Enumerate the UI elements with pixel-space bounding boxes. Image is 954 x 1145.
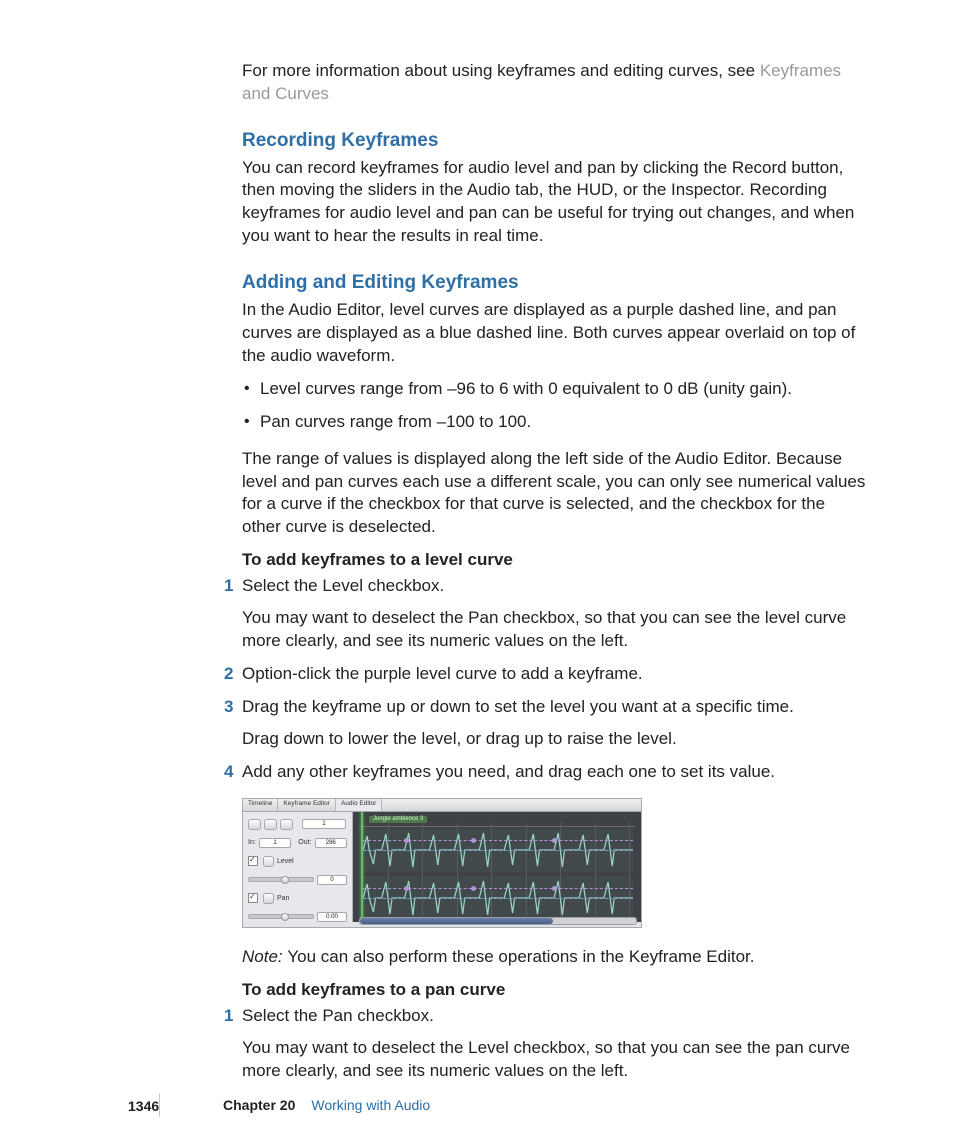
page-footer: 1346 Chapter 20 Working with Audio xyxy=(0,1093,954,1117)
heading-recording-keyframes: Recording Keyframes xyxy=(242,128,866,154)
pan-label: Pan xyxy=(277,894,289,903)
level-curve[interactable] xyxy=(363,840,633,841)
step-number: 1 xyxy=(224,1005,233,1028)
note-text: You can also perform these operations in… xyxy=(287,947,754,966)
step-1: 1 Select the Level checkbox. You may wan… xyxy=(227,575,866,653)
step-text: Drag the keyframe up or down to set the … xyxy=(227,696,866,719)
bullet-pan-range: Pan curves range from –100 to 100. xyxy=(242,411,866,434)
waveform-track-lower[interactable] xyxy=(363,876,633,920)
figure-tab-bar: Timeline Keyframe Editor Audio Editor xyxy=(243,799,641,812)
section-recording-keyframes: Recording Keyframes You can record keyfr… xyxy=(242,128,866,248)
intro-text: For more information about using keyfram… xyxy=(242,61,760,80)
step-number: 2 xyxy=(224,663,233,686)
body-adding-editing-2: The range of values is displayed along t… xyxy=(242,448,866,540)
in-field[interactable]: 1 xyxy=(259,838,291,848)
step-subtext: You may want to deselect the Level check… xyxy=(227,1037,866,1083)
page-number: 1346 xyxy=(128,1097,159,1116)
tab-timeline[interactable]: Timeline xyxy=(243,799,278,811)
pan-step-1: 1 Select the Pan checkbox. You may want … xyxy=(227,1005,866,1083)
level-label: Level xyxy=(277,857,294,866)
bullet-list: Level curves range from –96 to 6 with 0 … xyxy=(242,378,866,434)
procedure-title-level: To add keyframes to a level curve xyxy=(242,549,866,572)
heading-adding-editing-keyframes: Adding and Editing Keyframes xyxy=(242,270,866,296)
step-number: 1 xyxy=(224,575,233,598)
out-field[interactable]: 286 xyxy=(315,838,347,848)
horizontal-scrollbar[interactable] xyxy=(359,917,637,925)
playhead-field[interactable]: 1 xyxy=(302,819,346,829)
out-label: Out: xyxy=(298,838,311,847)
chapter-title: Working with Audio xyxy=(311,1096,430,1115)
tab-keyframe-editor[interactable]: Keyframe Editor xyxy=(278,799,336,811)
bullet-level-range: Level curves range from –96 to 6 with 0 … xyxy=(242,378,866,401)
level-checkbox[interactable] xyxy=(248,856,258,866)
pan-curve[interactable] xyxy=(363,898,633,899)
step-4: 4 Add any other keyframes you need, and … xyxy=(227,761,866,784)
pan-checkbox[interactable] xyxy=(248,893,258,903)
step-subtext: Drag down to lower the level, or drag up… xyxy=(227,728,866,751)
level-slider[interactable] xyxy=(248,877,314,882)
transport-play-button[interactable] xyxy=(264,819,277,830)
procedure-title-pan: To add keyframes to a pan curve xyxy=(242,979,866,1002)
note-label: Note: xyxy=(242,947,287,966)
body-recording-keyframes: You can record keyframes for audio level… xyxy=(242,157,866,249)
waveform-track-upper[interactable] xyxy=(363,828,633,872)
step-text: Select the Pan checkbox. xyxy=(227,1005,866,1028)
pan-record-button[interactable] xyxy=(263,893,274,904)
step-number: 3 xyxy=(224,696,233,719)
step-text: Option-click the purple level curve to a… xyxy=(227,663,866,686)
figure-waveform-area: Jungle ambience 3 xyxy=(353,812,641,922)
section-adding-editing-keyframes: Adding and Editing Keyframes In the Audi… xyxy=(242,270,866,539)
level-curve[interactable] xyxy=(363,888,633,889)
note-paragraph: Note: You can also perform these operati… xyxy=(242,946,866,969)
level-record-button[interactable] xyxy=(263,856,274,867)
intro-paragraph: For more information about using keyfram… xyxy=(242,60,866,106)
body-adding-editing-1: In the Audio Editor, level curves are di… xyxy=(242,299,866,368)
transport-next-button[interactable] xyxy=(280,819,293,830)
step-subtext: You may want to deselect the Pan checkbo… xyxy=(227,607,866,653)
step-number: 4 xyxy=(224,761,233,784)
chapter-number-label: Chapter 20 xyxy=(223,1096,295,1115)
transport-prev-button[interactable] xyxy=(248,819,261,830)
pan-value-field[interactable]: 0.00 xyxy=(317,912,347,922)
level-value-field[interactable]: 0 xyxy=(317,875,347,885)
step-text: Select the Level checkbox. xyxy=(227,575,866,598)
figure-side-panel: 1 In: 1 Out: 286 Level xyxy=(243,812,353,922)
step-3: 3 Drag the keyframe up or down to set th… xyxy=(227,696,866,751)
in-label: In: xyxy=(248,838,256,847)
step-2: 2 Option-click the purple level curve to… xyxy=(227,663,866,686)
pan-curve[interactable] xyxy=(363,850,633,851)
step-text: Add any other keyframes you need, and dr… xyxy=(227,761,866,784)
pan-slider[interactable] xyxy=(248,914,314,919)
tab-audio-editor[interactable]: Audio Editor xyxy=(336,799,382,811)
audio-editor-figure: Timeline Keyframe Editor Audio Editor 1 … xyxy=(242,798,642,928)
